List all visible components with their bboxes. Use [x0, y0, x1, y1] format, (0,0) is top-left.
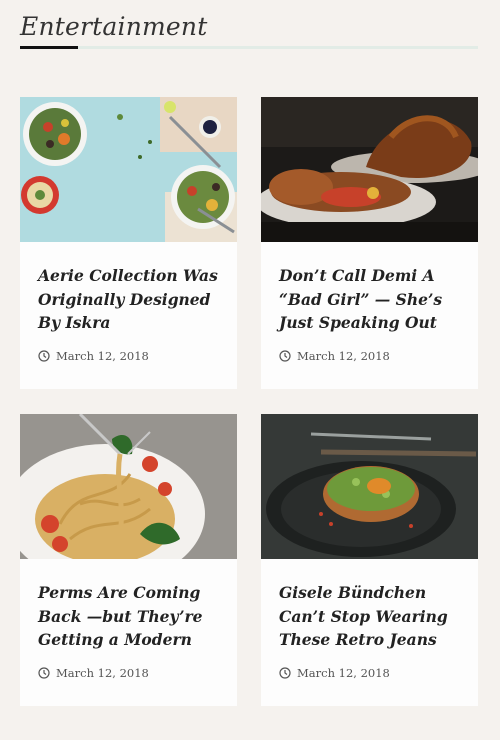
clock-icon: [279, 350, 291, 362]
post-date: March 12, 2018: [38, 349, 149, 363]
post-card[interactable]: Perms Are Coming Back —but They’re Getti…: [20, 414, 237, 706]
post-date: March 12, 2018: [38, 666, 149, 680]
title-underline: [20, 46, 478, 49]
post-title[interactable]: Don’t Call Demi A “Bad Girl” — She’s Jus…: [279, 264, 462, 335]
post-thumbnail-salad-bowls[interactable]: [20, 97, 237, 242]
post-thumbnail-avocado-toast[interactable]: [261, 414, 478, 559]
post-card[interactable]: Don’t Call Demi A “Bad Girl” — She’s Jus…: [261, 97, 478, 389]
avocado-toast-photo: [261, 414, 478, 559]
post-date-text: March 12, 2018: [297, 349, 390, 363]
post-thumbnail-roast-chicken[interactable]: [261, 97, 478, 242]
salad-bowls-photo: [20, 97, 237, 242]
section-title: Entertainment: [20, 12, 208, 41]
post-date-text: March 12, 2018: [56, 349, 149, 363]
post-title[interactable]: Perms Are Coming Back —but They’re Getti…: [38, 581, 221, 652]
roast-chicken-photo: [261, 97, 478, 242]
post-date-text: March 12, 2018: [297, 666, 390, 680]
post-date: March 12, 2018: [279, 666, 390, 680]
post-date-text: March 12, 2018: [56, 666, 149, 680]
clock-icon: [279, 667, 291, 679]
clock-icon: [38, 350, 50, 362]
post-title[interactable]: Gisele Bündchen Can’t Stop Wearing These…: [279, 581, 462, 652]
post-title[interactable]: Aerie Collection Was Originally Designed…: [38, 264, 221, 335]
pasta-plate-photo: [20, 414, 237, 559]
post-date: March 12, 2018: [279, 349, 390, 363]
title-underline-accent: [20, 46, 78, 49]
post-thumbnail-pasta-plate[interactable]: [20, 414, 237, 559]
clock-icon: [38, 667, 50, 679]
post-card[interactable]: Aerie Collection Was Originally Designed…: [20, 97, 237, 389]
post-card[interactable]: Gisele Bündchen Can’t Stop Wearing These…: [261, 414, 478, 706]
